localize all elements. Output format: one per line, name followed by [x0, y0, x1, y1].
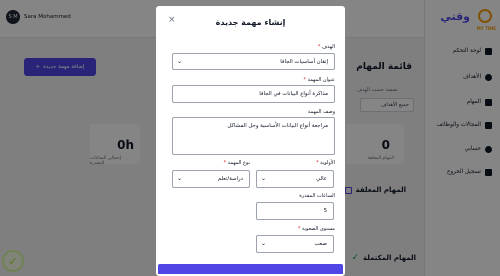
goal-label: * الهدف — [317, 44, 335, 50]
create-task-modal: × إنشاء مهمة جديدة * الهدف ⌄ إتقان أساسي… — [156, 6, 345, 276]
chevron-down-icon: ⌄ — [261, 175, 267, 182]
chevron-down-icon: ⌄ — [261, 240, 267, 247]
chevron-down-icon: ⌄ — [177, 58, 183, 65]
task-title-input[interactable]: مذاكرة أنواع البيانات في الجافا — [172, 85, 335, 103]
hours-input[interactable]: 5 — [256, 202, 334, 220]
task-type-select[interactable]: ⌄ دراسة/تعلم — [172, 170, 250, 188]
submit-button[interactable] — [158, 264, 343, 274]
priority-select[interactable]: ⌄ عالي — [256, 170, 334, 188]
task-title-label: * عنوان المهمة — [303, 77, 336, 83]
description-label: وصف المهمة — [307, 109, 335, 115]
modal-title: إنشاء مهمة جديدة — [215, 18, 286, 27]
priority-label: * الأولوية — [316, 160, 335, 166]
difficulty-select[interactable]: ⌄ صعب — [256, 235, 334, 253]
difficulty-label: * مستوى الصعوبة — [297, 226, 335, 232]
chevron-down-icon: ⌄ — [177, 175, 183, 182]
task-type-label: * نوع المهمة — [223, 160, 250, 166]
description-textarea[interactable]: مراجعة أنواع البيانات الأساسية وحل المشا… — [172, 117, 335, 155]
hours-label: الساعات المقدرة — [299, 193, 335, 199]
goal-select[interactable]: ⌄ إتقان أساسيات الجافا — [172, 53, 335, 70]
